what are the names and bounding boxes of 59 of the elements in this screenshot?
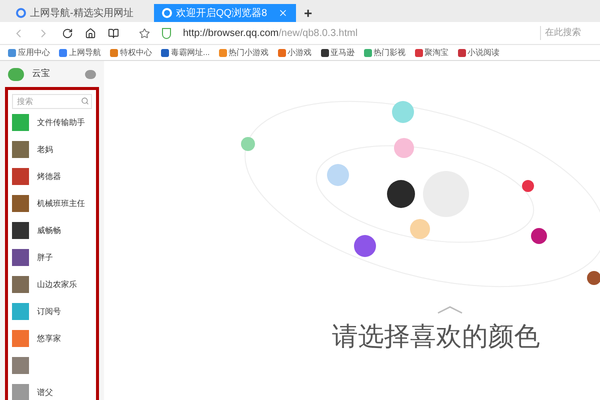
new-tab-button[interactable]: + [300,4,316,22]
contact-item[interactable]: 胖子 [8,244,96,271]
browser-tab[interactable]: 上网导航-精选实用网址 [8,4,150,22]
color-swatch[interactable] [354,235,376,257]
contact-item[interactable]: 悠享家 [8,325,96,352]
search-icon [81,97,89,105]
color-swatch[interactable] [392,101,414,123]
contact-item[interactable]: 烤德器 [8,163,96,190]
color-swatch[interactable] [410,219,430,239]
color-swatch[interactable] [387,180,415,208]
contact-name: 机械班班主任 [37,198,85,210]
bookmark-link[interactable]: 聚淘宝 [414,46,449,58]
tab-icon [16,8,26,18]
contact-item[interactable]: 谱父 [8,379,96,400]
color-swatch[interactable] [522,180,534,192]
bookmark-link[interactable]: 上网导航 [59,46,101,58]
contact-item[interactable]: 订阅号 [8,298,96,325]
contact-name: 胖子 [37,252,53,264]
tab-icon [162,8,172,18]
account-name: 云宝 [32,67,51,80]
bookmark-link[interactable]: 毒霸网址... [161,46,210,58]
contact-search-field[interactable]: 搜索 [12,94,92,109]
close-icon[interactable] [278,8,288,18]
contact-name: 谱父 [37,386,53,398]
color-swatch[interactable] [327,164,349,186]
tab-title: 欢迎开启QQ浏览器8 [176,6,268,20]
reload-icon[interactable] [62,28,73,38]
contact-item[interactable]: 机械班班主任 [8,190,96,217]
color-swatch[interactable] [531,228,547,244]
star-icon[interactable] [139,28,150,38]
contact-name: 订阅号 [37,306,61,318]
contact-name: 威畅畅 [37,224,61,236]
tab-title: 上网导航-精选实用网址 [30,6,134,20]
bookmark-link[interactable]: 热门小游戏 [218,46,269,58]
bookmark-link[interactable]: 小游戏 [278,46,312,58]
bookmark-link[interactable]: 亚马逊 [320,46,355,58]
bookmark-link[interactable]: 应用中心 [8,46,50,58]
contact-item[interactable]: 文件传输助手 [8,109,96,136]
contact-item[interactable]: 山边农家乐 [8,271,96,298]
contact-item[interactable]: 威畅畅 [8,217,96,244]
bookmark-link[interactable]: 小说阅读 [458,46,500,58]
contact-name: 文件传输助手 [37,116,85,128]
color-swatch[interactable] [587,271,600,285]
color-swatch[interactable] [241,137,255,151]
bookmark-link[interactable]: 特权中心 [110,46,152,58]
chevron-up-icon[interactable] [438,306,462,314]
contact-name: 老妈 [37,144,53,156]
book-icon[interactable] [108,28,119,38]
contact-name: 悠享家 [37,332,61,344]
shield-icon [162,28,171,38]
contact-name: 山边农家乐 [37,278,77,290]
contact-item[interactable]: 老妈 [8,136,96,163]
picker-title: 请选择喜欢的颜色 [332,320,540,353]
bookmark-link[interactable]: 热门影视 [364,46,406,58]
search-field[interactable]: 在此搜索 [540,26,588,40]
url-field[interactable]: http://browser.qq.com/new/qb8.0.3.html [183,26,528,40]
contact-name: 烤德器 [37,170,61,182]
home-icon[interactable] [85,28,96,38]
color-swatch[interactable] [394,138,414,158]
